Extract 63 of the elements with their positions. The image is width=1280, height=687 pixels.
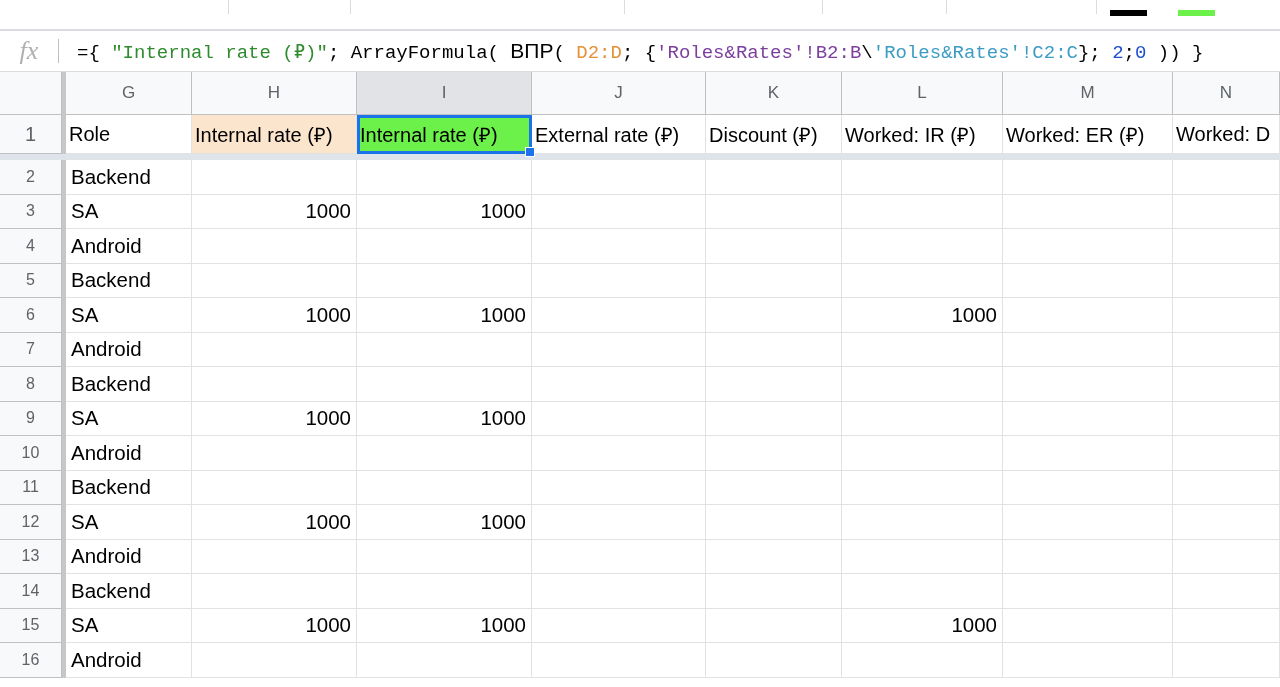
table-cell: 1000 <box>357 298 532 333</box>
table-cell: SA <box>66 194 192 229</box>
header-cell: Role <box>66 115 192 154</box>
header-cell: Internal rate (₽) <box>192 115 357 154</box>
table-cell: 1000 <box>842 298 1003 333</box>
header-cell: External rate (₽) <box>532 115 706 154</box>
column-header[interactable]: M <box>1003 72 1173 115</box>
column-header[interactable]: L <box>842 72 1003 115</box>
column-header[interactable]: H <box>192 72 357 115</box>
table-cell: Android <box>66 229 192 264</box>
table-cell: 1000 <box>192 608 357 643</box>
column-header[interactable]: K <box>706 72 842 115</box>
table-cell: SA <box>66 505 192 540</box>
row-header[interactable]: 5 <box>0 263 62 298</box>
row-header[interactable]: 7 <box>0 332 62 367</box>
row-header[interactable]: 12 <box>0 505 62 540</box>
table-cell: Backend <box>66 160 192 195</box>
table-cell: Android <box>66 539 192 574</box>
row-header[interactable]: 3 <box>0 194 62 229</box>
row-header[interactable]: 1 <box>0 115 62 154</box>
formula-text[interactable]: ={ "Internal rate (₽)"; ArrayFormula( ВПР( D2:D; {'Roles&Rates'!B2:B\'Roles&Rates'!C2:C}; 2;0 )) } <box>77 38 1204 64</box>
table-cell: Backend <box>66 263 192 298</box>
table-cell: 1000 <box>192 298 357 333</box>
row-header[interactable]: 11 <box>0 470 62 505</box>
fill-handle[interactable] <box>525 147 535 157</box>
table-cell: Android <box>66 436 192 471</box>
column-header[interactable]: N <box>1173 72 1280 115</box>
table-cell: 1000 <box>357 401 532 436</box>
table-cell: SA <box>66 608 192 643</box>
row-header[interactable]: 4 <box>0 229 62 264</box>
row-header[interactable]: 6 <box>0 298 62 333</box>
table-cell: Backend <box>66 574 192 609</box>
row-header[interactable]: 14 <box>0 574 62 609</box>
row-header[interactable]: 16 <box>0 643 62 678</box>
table-cell: 1000 <box>192 401 357 436</box>
row-header[interactable]: 8 <box>0 367 62 402</box>
header-cell: Discount (₽) <box>706 115 842 154</box>
table-cell: Backend <box>66 470 192 505</box>
column-header[interactable]: G <box>66 72 192 115</box>
column-header[interactable]: J <box>532 72 706 115</box>
row-header[interactable]: 2 <box>0 160 62 195</box>
table-cell: 1000 <box>357 505 532 540</box>
select-all-corner[interactable] <box>0 72 62 115</box>
table-cell: Android <box>66 643 192 678</box>
table-cell: 1000 <box>192 194 357 229</box>
header-cell: Worked: D <box>1173 115 1280 154</box>
header-cell: Worked: IR (₽) <box>842 115 1003 154</box>
table-cell: 1000 <box>357 194 532 229</box>
row-header[interactable]: 9 <box>0 401 62 436</box>
table-cell: 1000 <box>192 505 357 540</box>
function-icon: fx <box>0 36 58 66</box>
header-cell: Internal rate (₽) <box>357 115 532 154</box>
table-cell: Android <box>66 332 192 367</box>
column-header[interactable]: I <box>357 72 532 115</box>
header-cell: Worked: ER (₽) <box>1003 115 1173 154</box>
row-header[interactable]: 15 <box>0 608 62 643</box>
table-cell: Backend <box>66 367 192 402</box>
table-cell: SA <box>66 401 192 436</box>
table-cell: 1000 <box>842 608 1003 643</box>
row-header[interactable]: 10 <box>0 436 62 471</box>
row-header[interactable]: 13 <box>0 539 62 574</box>
table-cell: SA <box>66 298 192 333</box>
table-cell: 1000 <box>357 608 532 643</box>
